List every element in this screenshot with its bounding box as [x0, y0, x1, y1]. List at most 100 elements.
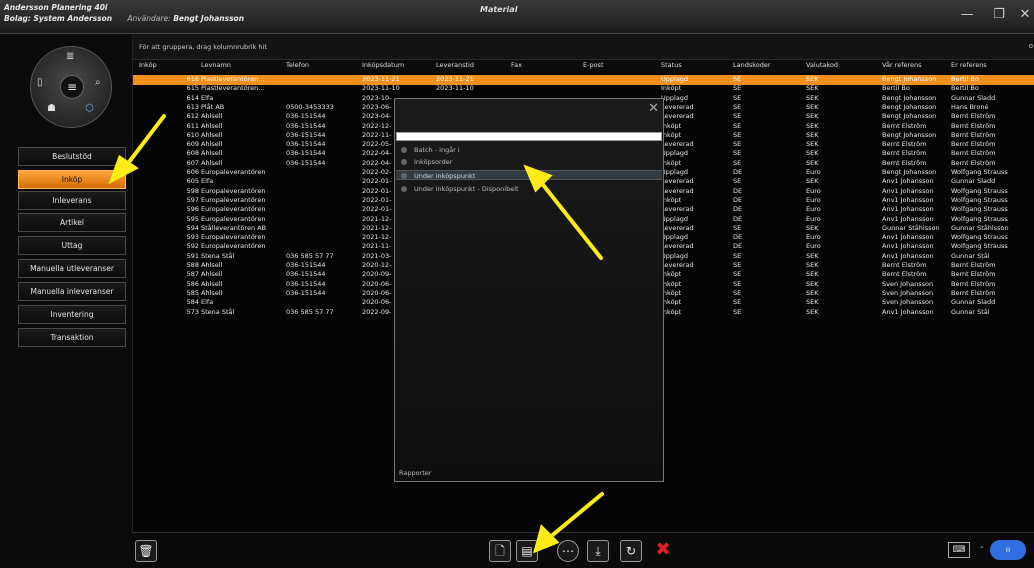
table-cell: SE — [733, 93, 742, 102]
table-cell: Levererad — [661, 177, 694, 186]
download-icon[interactable]: ⤓ — [587, 540, 609, 562]
table-cell: 594 — [186, 223, 199, 232]
navigation-wheel[interactable]: ≣ ▯ ⌕ ☗ ⬡ ≡ — [30, 46, 112, 128]
table-cell: SEK — [806, 298, 819, 307]
table-cell: Europaleverantören — [201, 214, 266, 223]
popup-close-icon[interactable]: ✕ — [648, 101, 659, 116]
column-header-0[interactable]: Inköp — [139, 61, 199, 69]
table-cell: Euro — [806, 214, 821, 223]
table-cell: Wolfgang Strauss — [951, 186, 1008, 195]
report-item[interactable]: Under inköpspunkt - Disponibelt — [396, 184, 662, 194]
table-cell: Euro — [806, 205, 821, 214]
table-cell: Ahlsell — [201, 288, 223, 297]
group-panel[interactable]: För att gruppera, drag kolumnrubrik hit … — [133, 34, 1034, 60]
table-cell: 036-151544 — [286, 130, 326, 139]
refresh-icon[interactable]: ↻ — [620, 540, 642, 562]
sidebar-item-5[interactable]: Manuella utleveranser — [18, 259, 126, 278]
more-icon[interactable]: ⋯ — [557, 540, 579, 562]
table-cell: Euro — [806, 195, 821, 204]
table-cell: Bernt Elström — [882, 261, 927, 269]
column-header-5[interactable]: Fax — [511, 61, 581, 69]
column-header-2[interactable]: Telefon — [286, 61, 360, 69]
table-cell: DE — [733, 195, 743, 204]
table-cell: Bertil Bo — [951, 75, 979, 83]
sidebar-item-6[interactable]: Manuella inleveranser — [18, 282, 126, 301]
column-header-4[interactable]: Leveranstid — [436, 61, 509, 69]
table-cell: SE — [733, 223, 742, 232]
cube-icon[interactable]: ⬡ — [85, 103, 94, 114]
report-item[interactable]: Under inköpspunkt — [396, 170, 662, 180]
table-cell: 2023-11-21 — [362, 75, 400, 83]
trash-icon[interactable]: 🗑 — [135, 540, 157, 562]
table-cell: Upplagd — [661, 214, 689, 223]
user-label: Användare: — [127, 14, 171, 23]
report-item[interactable]: Inköpsorder — [396, 157, 662, 167]
table-cell: Levererad — [661, 112, 694, 121]
table-cell: Wolfgang Strauss — [951, 214, 1008, 223]
menu-icon[interactable]: ≡ — [60, 75, 84, 99]
table-cell: Europaleverantören — [201, 233, 266, 242]
table-cell: Inköpt — [661, 279, 682, 288]
sidebar-item-8[interactable]: Transaktion — [18, 328, 126, 347]
search-icon[interactable]: ⌕ — [95, 77, 101, 88]
close-window-button[interactable]: ✕ — [1016, 6, 1034, 24]
column-header-6[interactable]: E-post — [583, 61, 659, 69]
delete-x-icon[interactable]: ✖ — [652, 540, 674, 562]
table-cell: Bernt Elström — [951, 112, 996, 121]
table-cell: Gunnar Sladd — [951, 93, 996, 102]
keyboard-icon[interactable]: ⌨ — [948, 542, 970, 558]
table-cell: SE — [733, 84, 742, 93]
table-cell: Levererad — [661, 140, 694, 149]
table-cell: Inköpt — [661, 307, 682, 316]
sidebar-item-7[interactable]: Inventering — [18, 305, 126, 324]
maximize-button[interactable]: ❐ — [990, 6, 1008, 24]
table-cell: 0500-3453333 — [286, 102, 334, 111]
sidebar-item-3[interactable]: Artikel — [18, 213, 126, 232]
sidebar-item-0[interactable]: Beslutstöd — [18, 147, 126, 166]
table-cell: DE — [733, 242, 743, 251]
table-cell: Levererad — [661, 205, 694, 214]
column-header-8[interactable]: Landskoder — [733, 61, 804, 69]
table-cell: SEK — [806, 223, 819, 232]
table-cell: Upplagd — [661, 233, 689, 242]
sidebar-item-2[interactable]: Inleverans — [18, 191, 126, 210]
users-icon[interactable]: ☗ — [47, 103, 56, 114]
options-icon[interactable]: o — [1029, 42, 1033, 50]
table-cell: Elfa — [201, 177, 214, 186]
table-cell: Plåt AB — [201, 102, 225, 111]
table-cell: Levererad — [661, 242, 694, 251]
table-cell: SE — [733, 75, 742, 83]
group-hint: För att gruppera, drag kolumnrubrik hit — [139, 43, 267, 51]
sidebar-item-1[interactable]: Inköp — [18, 170, 126, 189]
table-cell: Inköpt — [661, 270, 682, 279]
table-cell: 614 — [186, 93, 199, 102]
column-header-3[interactable]: Inköpsdatum — [362, 61, 434, 69]
table-cell: SEK — [806, 102, 819, 111]
report-item[interactable]: Batch - ingår i — [396, 145, 662, 155]
list-icon[interactable]: ≣ — [66, 51, 74, 62]
report-icon[interactable]: ▤ — [516, 540, 538, 562]
table-cell: Wolfgang Strauss — [951, 242, 1008, 251]
table-cell: Gunnar Sladd — [951, 177, 996, 186]
table-cell: SE — [733, 307, 742, 316]
table-cell: SE — [733, 251, 742, 260]
column-header-11[interactable]: Er referens — [951, 61, 1031, 69]
report-search-input[interactable] — [396, 132, 662, 141]
blue-toggle-button[interactable]: ıı — [990, 540, 1026, 560]
table-cell: 593 — [186, 233, 199, 242]
table-cell: Bengt Johansson — [882, 75, 937, 83]
new-document-icon[interactable]: 🗋 — [489, 540, 511, 562]
minimize-button[interactable]: — — [958, 6, 976, 24]
table-cell: SEK — [806, 288, 819, 297]
column-header-7[interactable]: Status — [661, 61, 731, 69]
table-row[interactable]: 615 Plastleverantören... 2023-11-10 2023-11… — [133, 84, 1034, 94]
sidebar-item-4[interactable]: Uttag — [18, 236, 126, 255]
column-header-1[interactable]: Levnamn — [201, 61, 283, 69]
table-row[interactable]: 616 Plastleverantören... 2023-11-21 2023-11… — [133, 75, 1034, 85]
tablet-icon[interactable]: ▯ — [37, 77, 43, 88]
column-header-9[interactable]: Valutakod — [806, 61, 880, 69]
table-cell: Bernt Elström — [951, 130, 996, 139]
column-header-10[interactable]: Vår referens — [882, 61, 949, 69]
table-cell: SE — [733, 279, 742, 288]
table-cell: 036 585 57 77 — [286, 307, 334, 316]
